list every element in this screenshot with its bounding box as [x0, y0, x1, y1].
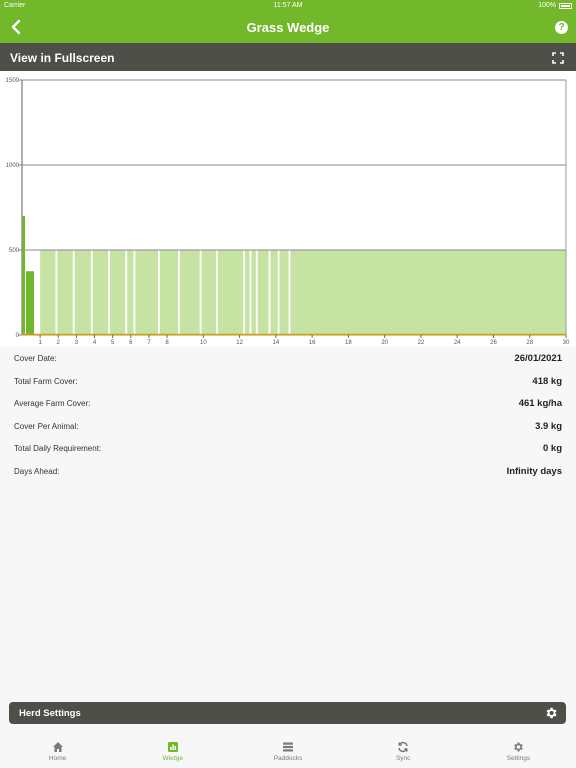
wedge-bar: [109, 250, 126, 335]
x-tick-label: 26: [490, 340, 497, 346]
tab-label: Sync: [395, 755, 411, 762]
stat-value: 26/01/2021: [514, 353, 562, 364]
tab-paddocks[interactable]: Paddocks: [230, 732, 345, 768]
herd-settings-button[interactable]: Herd Settings: [9, 702, 566, 724]
stat-label: Total Daily Requirement:: [14, 444, 102, 454]
x-tick-label: 14: [273, 340, 280, 346]
x-tick-label: 12: [236, 340, 243, 346]
tab-label: Paddocks: [273, 755, 303, 762]
x-tick-label: 5: [111, 340, 115, 346]
list-icon: [282, 740, 294, 752]
stat-label: Cover Date:: [14, 354, 57, 363]
x-tick-label: 20: [381, 340, 388, 346]
status-time: 11:57 AM: [273, 2, 303, 9]
wedge-bar: [201, 250, 217, 335]
x-tick-label: 18: [345, 340, 352, 346]
animal-cover-bar: [26, 271, 34, 335]
stat-value: Infinity days: [506, 465, 562, 477]
x-tick-label: 4: [93, 340, 97, 346]
wedge-bar: [270, 250, 278, 335]
wedge-bar: [92, 250, 109, 335]
stat-cover-per-animal: Cover Per Animal: 3.9 kg: [0, 415, 576, 438]
x-tick-label: 10: [200, 340, 207, 346]
stat-total-daily-requirement: Total Daily Requirement: 0 kg: [0, 437, 576, 460]
view-fullscreen-label: View in Fullscreen: [10, 51, 115, 65]
x-tick-label: 24: [454, 340, 461, 346]
x-tick-label: 28: [526, 340, 533, 346]
grass-wedge-chart-svg: 0500100015001 2 3 4 5 6 7 8 10 12 14 16 18 20 22 24 26 28…: [6, 78, 570, 346]
wedge-bar: [135, 250, 158, 335]
wedge-bar: [57, 250, 73, 335]
x-tick-label: 1: [38, 340, 42, 346]
stat-cover-date: Cover Date: 26/01/2021: [0, 347, 576, 370]
cover-stats: Cover Date: 26/01/2021 Total Farm Cover:…: [0, 347, 576, 483]
y-tick-label: 0: [16, 333, 20, 339]
stat-days-ahead: Days Ahead: Infinity days: [0, 460, 576, 483]
stat-total-farm-cover: Total Farm Cover: 418 kg: [0, 370, 576, 393]
grass-wedge-chart: 0 500 1000 1500 1 2 3 4 5 6 7 8 10 12 14 16 18 20 22 24 26 28…: [0, 71, 576, 347]
x-tick-label: 22: [418, 340, 425, 346]
stat-label: Days Ahead:: [14, 466, 60, 476]
x-tick-label: 16: [309, 340, 316, 346]
x-tick-label: 8: [165, 340, 169, 346]
bar-chart-icon: [167, 740, 179, 752]
x-tick-label: 2: [57, 340, 61, 346]
tab-label: Settings: [506, 755, 531, 762]
wedge-bar: [74, 250, 91, 335]
x-tick-label: 3: [75, 340, 79, 346]
fullscreen-icon[interactable]: [552, 51, 564, 64]
y-tick-label: 1500: [6, 78, 20, 84]
tab-settings[interactable]: Settings: [461, 732, 576, 768]
stat-value: 3.9 kg: [535, 420, 562, 432]
stat-label: Total Farm Cover:: [14, 376, 78, 386]
gear-icon: [512, 740, 524, 752]
y-tick-label: 1000: [6, 163, 20, 169]
battery-icon: [559, 3, 572, 9]
wedge-bar: [217, 250, 244, 335]
tab-label: Home: [48, 755, 67, 762]
x-tick-label: 6: [129, 340, 133, 346]
stat-average-farm-cover: Average Farm Cover: 461 kg/ha: [0, 392, 576, 415]
tab-home[interactable]: Home: [0, 732, 115, 768]
page-title: Grass Wedge: [246, 20, 330, 35]
wedge-bar: [257, 250, 269, 335]
tab-bar: Home Wedge Paddocks Sync Settings: [0, 732, 576, 768]
wedge-bar: [127, 250, 134, 335]
wedge-bar: [159, 250, 178, 335]
gear-icon[interactable]: [544, 706, 558, 720]
tab-sync[interactable]: Sync: [346, 732, 461, 768]
stat-label: Cover Per Animal:: [14, 421, 79, 431]
navigation-bar: Grass Wedge ?: [0, 13, 576, 43]
tab-label: Wedge: [162, 755, 184, 762]
wedge-bar: [251, 250, 256, 335]
x-tick-label: 30: [563, 340, 570, 346]
battery-percent: 100%: [538, 2, 556, 9]
wedge-bar: [290, 250, 566, 335]
herd-settings-label: Herd Settings: [19, 708, 81, 719]
tab-wedge[interactable]: Wedge: [115, 732, 230, 768]
stat-value: 418 kg: [532, 375, 562, 387]
home-icon: [52, 740, 64, 752]
sync-icon: [397, 740, 409, 753]
wedge-bar: [40, 250, 56, 335]
view-fullscreen-bar[interactable]: View in Fullscreen: [0, 43, 576, 71]
animal-cover-bar: [22, 216, 25, 335]
stat-label: Average Farm Cover:: [14, 399, 91, 409]
stat-value: 0 kg: [542, 443, 562, 455]
wedge-bar: [179, 250, 200, 335]
x-tick-label: 7: [147, 340, 151, 346]
wedge-bar: [279, 250, 289, 335]
help-icon[interactable]: ?: [555, 21, 568, 34]
y-tick-label: 500: [9, 248, 20, 254]
wedge-bar: [245, 250, 250, 335]
status-bar: Carrier 11:57 AM 100%: [0, 0, 576, 13]
stat-value: 461 kg/ha: [518, 398, 562, 410]
